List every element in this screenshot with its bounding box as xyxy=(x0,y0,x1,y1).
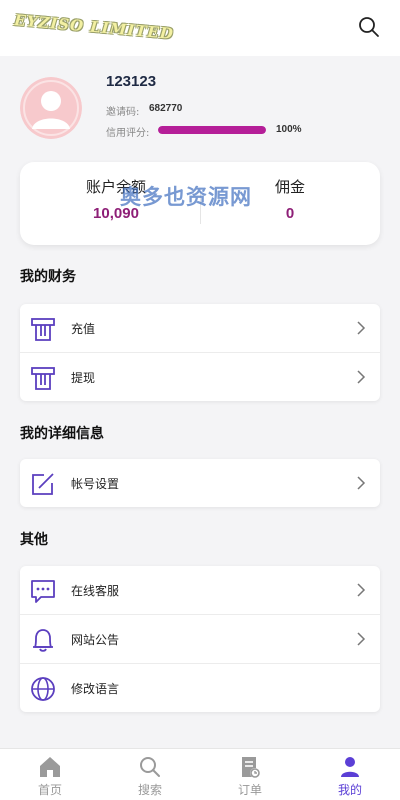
menu-label-account-settings: 帐号设置 xyxy=(71,477,120,491)
nav-label-orders: 订单 xyxy=(237,783,262,797)
chevron-right-icon xyxy=(357,370,366,384)
avatar[interactable] xyxy=(20,77,82,139)
chevron-right-icon xyxy=(357,321,366,335)
section-title-finance: 我的财务 xyxy=(20,269,76,285)
nav-item-search[interactable]: 搜索 xyxy=(100,749,200,800)
nav-item-mine[interactable]: 我的 xyxy=(300,749,400,800)
finance-menu: 充值 提现 xyxy=(20,304,380,401)
user-icon xyxy=(341,757,359,777)
search-icon xyxy=(359,17,379,37)
credit-score-label: 信用评分: xyxy=(106,128,150,139)
top-header: EYZISO LIMITED xyxy=(0,0,400,56)
brand-logo[interactable]: EYZISO LIMITED xyxy=(14,11,175,43)
nav-item-home[interactable]: 首页 xyxy=(0,749,100,800)
credit-score-fill xyxy=(158,126,266,134)
chevron-right-icon xyxy=(357,583,366,597)
credit-score-percent: 100% xyxy=(276,124,302,135)
credit-score-bar xyxy=(158,126,266,134)
nav-label-search: 搜索 xyxy=(137,783,162,797)
chat-icon xyxy=(31,580,55,603)
invite-code-label: 邀请码: xyxy=(106,107,140,118)
menu-item-change-language[interactable]: 修改语言 xyxy=(20,664,380,712)
bell-icon xyxy=(33,629,53,652)
nav-label-home: 首页 xyxy=(37,783,62,797)
bottom-nav: 首页 搜索 订单 我的 xyxy=(0,748,400,800)
atm-card-icon xyxy=(31,367,55,390)
watermark-text: 奥多也资源网 xyxy=(120,185,252,209)
chevron-right-icon xyxy=(357,476,366,490)
commission-value: 0 xyxy=(285,205,295,222)
menu-label-announcements: 网站公告 xyxy=(71,633,120,647)
menu-label-change-language: 修改语言 xyxy=(71,682,120,696)
menu-label-recharge: 充值 xyxy=(71,322,96,336)
order-icon xyxy=(242,757,260,778)
nav-label-mine: 我的 xyxy=(337,783,362,797)
menu-item-customer-service[interactable]: 在线客服 xyxy=(20,566,380,615)
home-icon xyxy=(40,757,60,777)
menu-item-recharge[interactable]: 充值 xyxy=(20,304,380,353)
username: 123123 xyxy=(106,73,157,90)
details-menu: 帐号设置 xyxy=(20,459,380,507)
menu-item-account-settings[interactable]: 帐号设置 xyxy=(20,459,380,507)
other-menu: 在线客服 网站公告 修改语言 xyxy=(20,566,380,712)
nav-item-orders[interactable]: 订单 xyxy=(200,749,300,800)
menu-label-withdraw: 提现 xyxy=(71,371,96,385)
section-title-other: 其他 xyxy=(20,532,48,548)
search-icon xyxy=(140,757,160,777)
search-button[interactable] xyxy=(357,15,381,39)
menu-item-announcements[interactable]: 网站公告 xyxy=(20,615,380,664)
globe-icon xyxy=(31,677,55,701)
chevron-right-icon xyxy=(357,632,366,646)
edit-icon xyxy=(32,473,54,495)
section-title-details: 我的详细信息 xyxy=(20,426,104,442)
commission-label: 佣金 xyxy=(274,178,305,196)
commission: 佣金 0 xyxy=(260,176,320,222)
menu-label-customer-service: 在线客服 xyxy=(71,584,120,598)
atm-card-icon xyxy=(31,318,55,341)
menu-item-withdraw[interactable]: 提现 xyxy=(20,353,380,401)
invite-code-value: 682770 xyxy=(149,103,183,114)
